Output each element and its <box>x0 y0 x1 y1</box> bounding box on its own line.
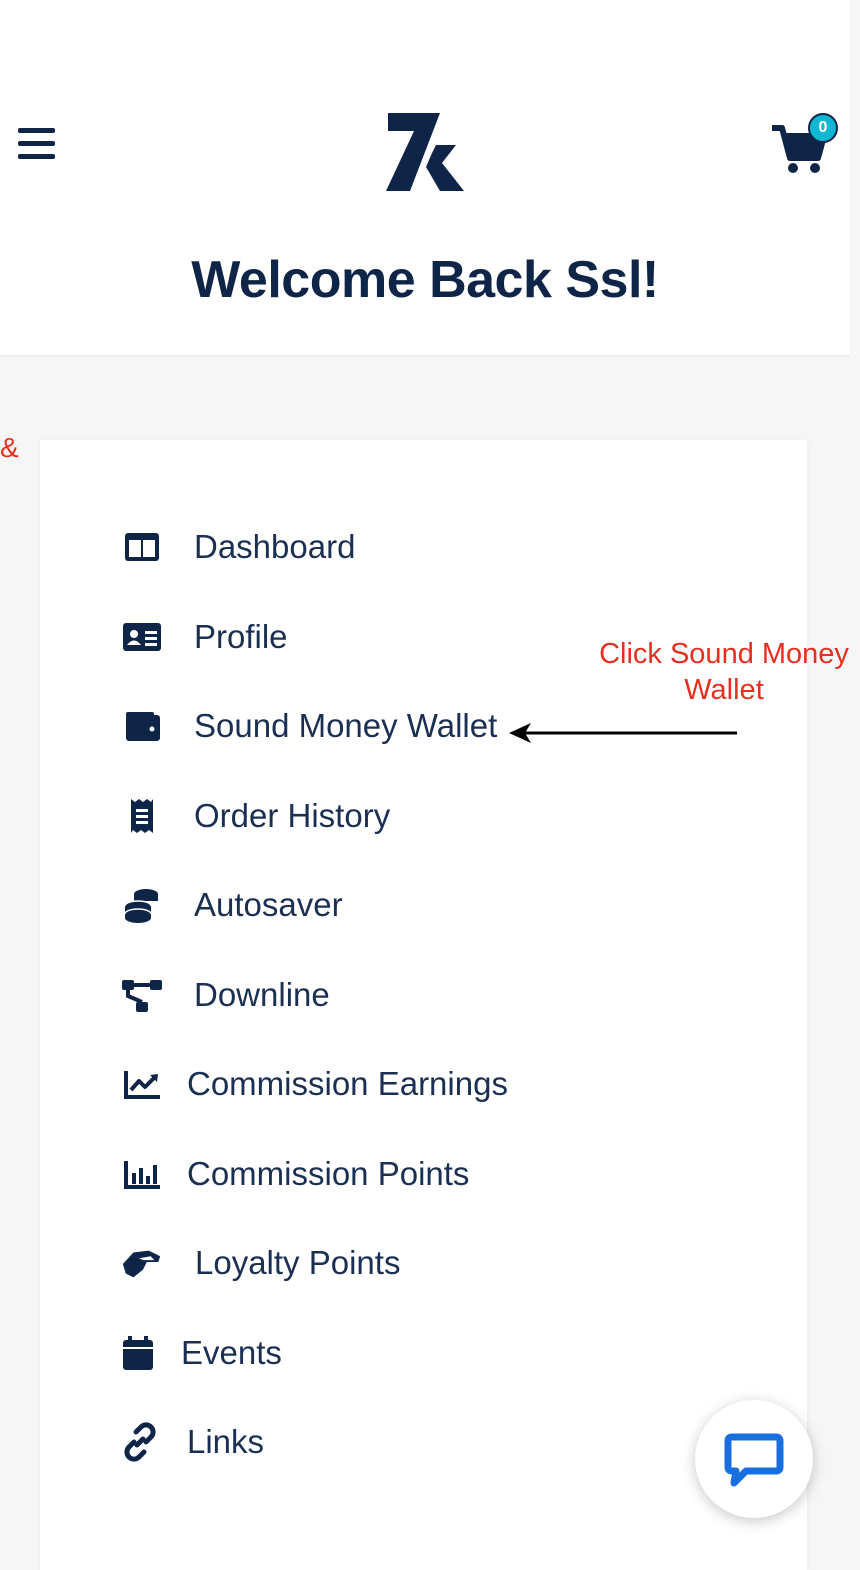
chart-line-icon <box>120 1062 164 1106</box>
cropped-annotation-text: & <box>0 432 19 463</box>
account-nav-card: Dashboard Profile Sound Money Wallet Ord… <box>40 440 807 1570</box>
annotation-arrow-icon <box>509 723 737 743</box>
welcome-heading: Welcome Back Ssl! <box>191 251 659 309</box>
nav-label-dashboard: Dashboard <box>194 528 356 565</box>
nav-label-order-history: Order History <box>194 797 391 834</box>
chat-widget-button[interactable] <box>695 1400 813 1518</box>
id-card-icon <box>120 615 164 659</box>
link-icon <box>118 1420 162 1464</box>
wallet-icon <box>120 704 164 748</box>
chat-bubble-icon <box>724 1433 784 1487</box>
nav-label-downline: Downline <box>194 976 330 1013</box>
nav-label-links: Links <box>187 1423 265 1460</box>
top-header: 0 Welcome Back Ssl! <box>0 0 850 357</box>
nav-label-loyalty-points: Loyalty Points <box>195 1244 401 1281</box>
instruction-annotation: Click Sound Money Wallet <box>599 638 849 706</box>
nav-label-autosaver: Autosaver <box>194 886 343 923</box>
nav-label-profile: Profile <box>194 618 288 655</box>
hamburger-menu-icon[interactable] <box>18 128 58 168</box>
coins-icon <box>120 883 164 927</box>
nav-label-sound-money-wallet: Sound Money Wallet <box>194 707 498 744</box>
nav-label-commission-points: Commission Points <box>187 1155 470 1192</box>
receipt-icon <box>120 794 164 838</box>
nav-label-events: Events <box>181 1334 282 1371</box>
nav-label-commission-earnings: Commission Earnings <box>187 1065 508 1102</box>
columns-icon <box>120 525 164 569</box>
cart-count-badge: 0 <box>808 113 838 143</box>
sitemap-icon <box>120 973 164 1017</box>
chart-bar-icon <box>120 1152 164 1196</box>
calendar-icon <box>116 1331 160 1375</box>
handshake-icon <box>120 1241 164 1285</box>
brand-logo[interactable] <box>378 105 470 197</box>
